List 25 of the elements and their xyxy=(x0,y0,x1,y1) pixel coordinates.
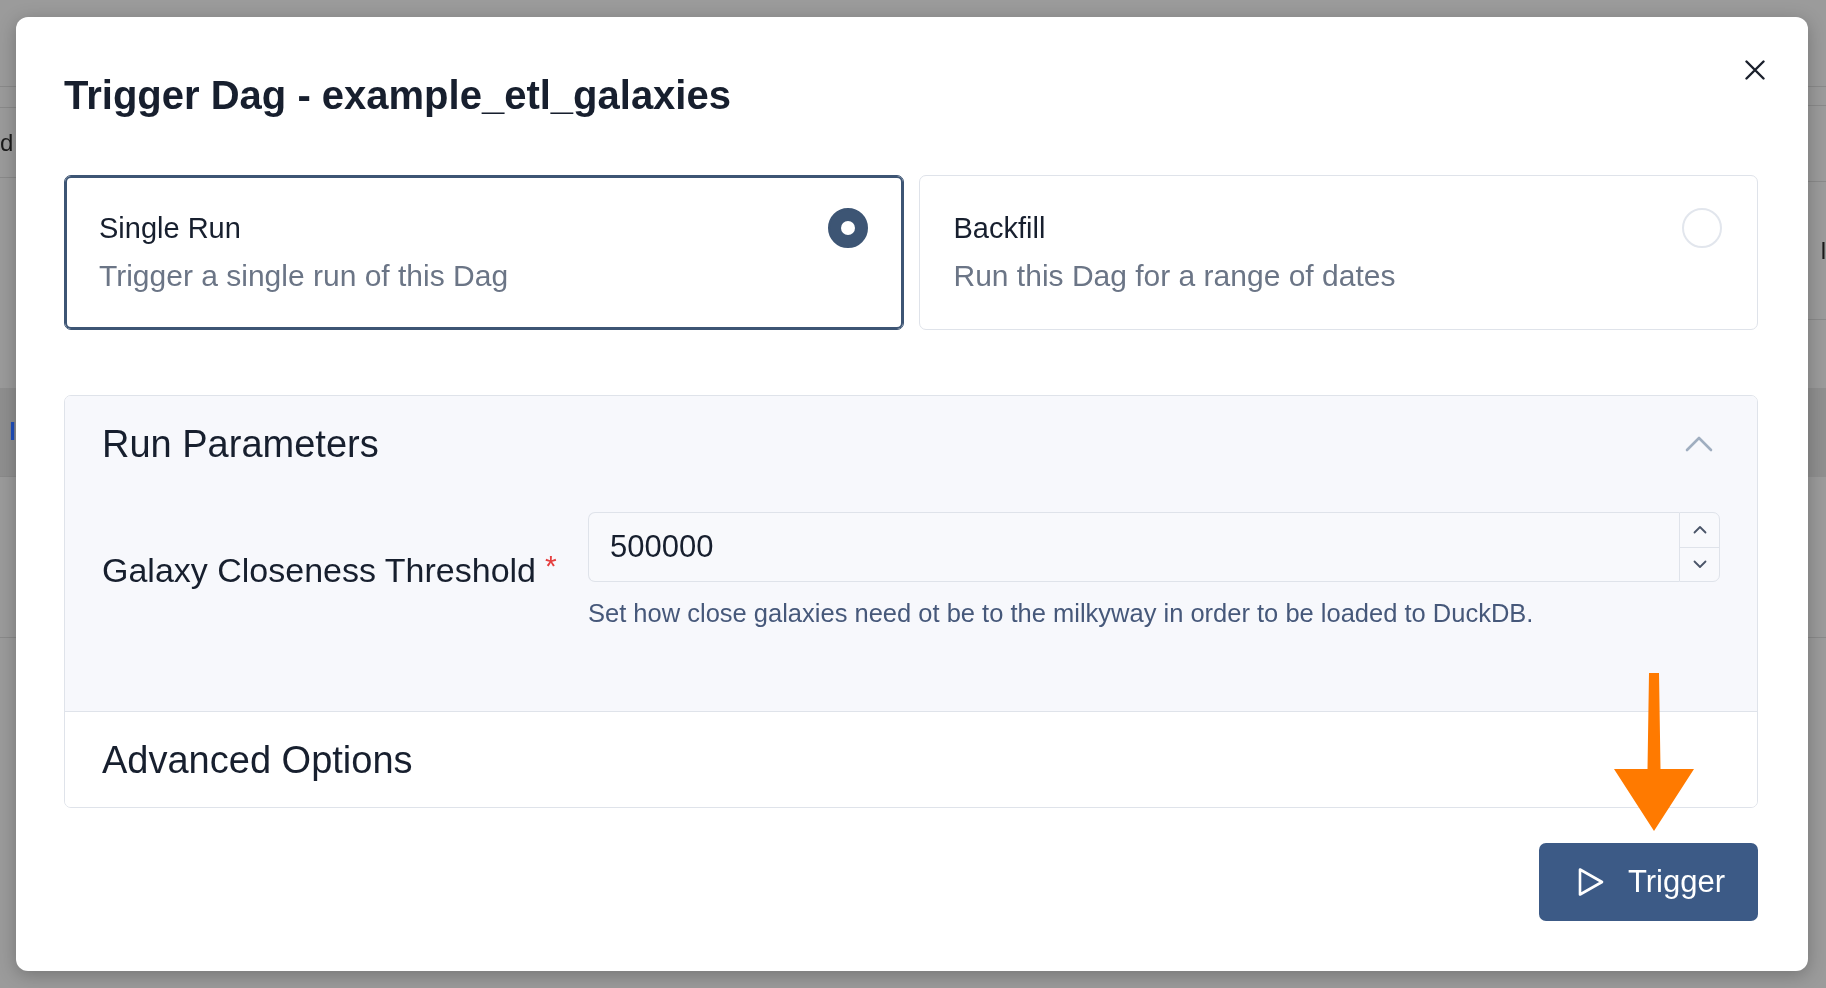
option-description: Trigger a single run of this Dag xyxy=(99,258,510,294)
chevron-up-icon xyxy=(1692,525,1707,535)
chevron-down-icon xyxy=(1692,559,1707,569)
field-label: Galaxy Closeness Threshold xyxy=(102,550,537,591)
backdrop-text: l xyxy=(1820,235,1826,266)
close-icon xyxy=(1745,60,1765,80)
option-description: Run this Dag for a range of dates xyxy=(953,258,1397,294)
dialog-title: Trigger Dag - example_etl_galaxies xyxy=(64,72,731,119)
option-title: Backfill xyxy=(953,211,1046,246)
backdrop-text: d xyxy=(0,127,14,158)
number-input[interactable]: 500000 xyxy=(588,512,1679,582)
trigger-button[interactable]: Trigger xyxy=(1538,843,1758,921)
option-card[interactable]: Backfill Run this Dag for a range of dates xyxy=(918,175,1758,330)
option-title: Single Run xyxy=(99,211,241,246)
play-icon xyxy=(1576,867,1605,897)
section-toggle[interactable]: Advanced Options xyxy=(65,712,1757,807)
close-button[interactable] xyxy=(1745,60,1765,80)
required-mark: * xyxy=(545,549,557,583)
number-stepper[interactable] xyxy=(1679,512,1720,582)
backdrop-text: l xyxy=(9,417,16,447)
section-toggle[interactable]: Run Parameters xyxy=(65,396,1757,491)
field-help-text: Set how close galaxies need ot be to the milkyway in order to be loaded to DuckDB. xyxy=(588,598,1534,628)
option-card[interactable]: Single Run Trigger a single run of this Dag xyxy=(64,175,904,330)
radio-button[interactable] xyxy=(827,208,868,248)
down-arrow-icon xyxy=(1614,673,1694,831)
